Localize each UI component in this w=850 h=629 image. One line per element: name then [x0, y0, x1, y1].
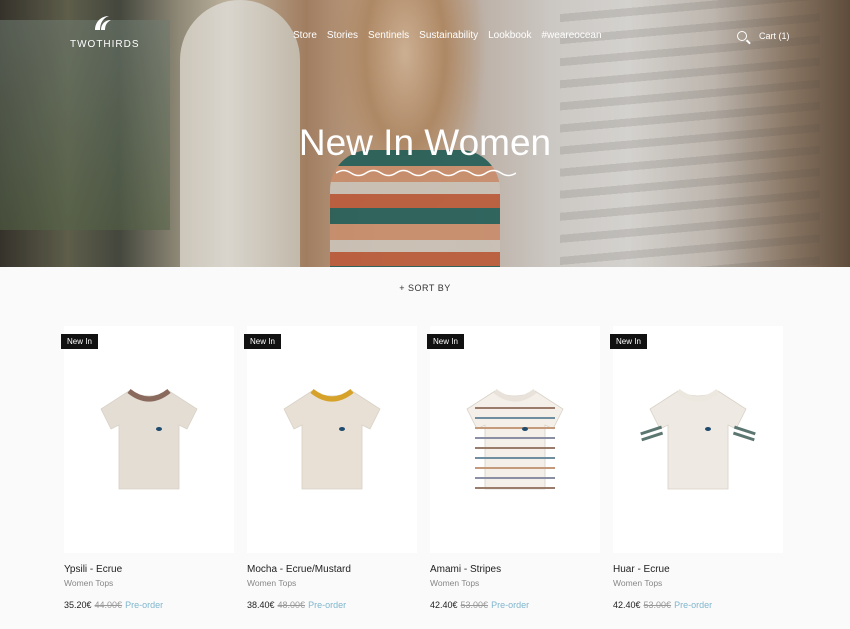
new-in-badge: New In	[244, 334, 281, 349]
product-card[interactable]: New In Ypsili - Ecrue Women Tops 35.20€ 4…	[61, 326, 234, 610]
product-image[interactable]: New In	[427, 326, 600, 553]
product-price: 42.40€	[430, 600, 458, 610]
product-price-row: 42.40€ 53.00€ Pre-order	[430, 600, 600, 610]
product-price: 42.40€	[613, 600, 641, 610]
nav-item-weareocean[interactable]: #weareocean	[541, 30, 601, 41]
tshirt-icon	[89, 377, 209, 502]
nav-item-sustainability[interactable]: Sustainability	[419, 30, 478, 41]
product-image[interactable]: New In	[244, 326, 417, 553]
tshirt-icon	[638, 377, 758, 502]
new-in-badge: New In	[61, 334, 98, 349]
tshirt-icon	[455, 377, 575, 502]
product-old-price: 48.00€	[277, 600, 306, 610]
product-price: 38.40€	[247, 600, 275, 610]
product-name[interactable]: Huar - Ecrue	[613, 564, 783, 575]
header-utilities: Cart (1)	[737, 31, 790, 41]
product-card[interactable]: New In Amami - Stripes Women Tops 42.40€…	[427, 326, 600, 610]
product-category: Women Tops	[64, 578, 114, 588]
product-category: Women Tops	[613, 578, 663, 588]
product-name[interactable]: Ypsili - Ecrue	[64, 564, 234, 575]
sort-by-button[interactable]: + SORT BY	[0, 283, 850, 293]
product-category: Women Tops	[430, 578, 480, 588]
product-price-row: 42.40€ 53.00€ Pre-order	[613, 600, 783, 610]
nav-item-store[interactable]: Store	[293, 30, 317, 41]
wave-divider-icon	[336, 169, 516, 177]
product-card[interactable]: New In Huar - Ecrue Women Tops 42.40€ 53.…	[610, 326, 783, 610]
search-icon[interactable]	[737, 31, 747, 41]
tshirt-icon	[272, 377, 392, 502]
preorder-label: Pre-order	[674, 600, 713, 610]
brand-name: TWOTHIRDS	[70, 39, 140, 50]
page-title: New In Women	[298, 122, 552, 163]
product-category: Women Tops	[247, 578, 297, 588]
product-image[interactable]: New In	[610, 326, 783, 553]
product-price: 35.20€	[64, 600, 92, 610]
product-price-row: 35.20€ 44.00€ Pre-order	[64, 600, 234, 610]
product-old-price: 53.00€	[643, 600, 672, 610]
wave-logo-icon	[70, 14, 134, 35]
product-card[interactable]: New In Mocha - Ecrue/Mustard Women Tops …	[244, 326, 417, 610]
preorder-label: Pre-order	[125, 600, 164, 610]
preorder-label: Pre-order	[491, 600, 530, 610]
nav-item-sentinels[interactable]: Sentinels	[368, 30, 409, 41]
nav-item-lookbook[interactable]: Lookbook	[488, 30, 531, 41]
new-in-badge: New In	[427, 334, 464, 349]
preorder-label: Pre-order	[308, 600, 347, 610]
product-name[interactable]: Amami - Stripes	[430, 564, 600, 575]
brand-logo[interactable]: TWOTHIRDS	[70, 14, 140, 50]
product-grid: New In Ypsili - Ecrue Women Tops 35.20€ 4…	[61, 326, 783, 610]
product-price-row: 38.40€ 48.00€ Pre-order	[247, 600, 417, 610]
cart-link[interactable]: Cart (1)	[759, 31, 790, 41]
product-name[interactable]: Mocha - Ecrue/Mustard	[247, 564, 417, 575]
product-old-price: 53.00€	[460, 600, 489, 610]
product-old-price: 44.00€	[94, 600, 123, 610]
product-image[interactable]: New In	[61, 326, 234, 553]
main-nav: Store Stories Sentinels Sustainability L…	[293, 30, 602, 41]
hero-banner: TWOTHIRDS Store Stories Sentinels Sustai…	[0, 0, 850, 267]
nav-item-stories[interactable]: Stories	[327, 30, 358, 41]
new-in-badge: New In	[610, 334, 647, 349]
